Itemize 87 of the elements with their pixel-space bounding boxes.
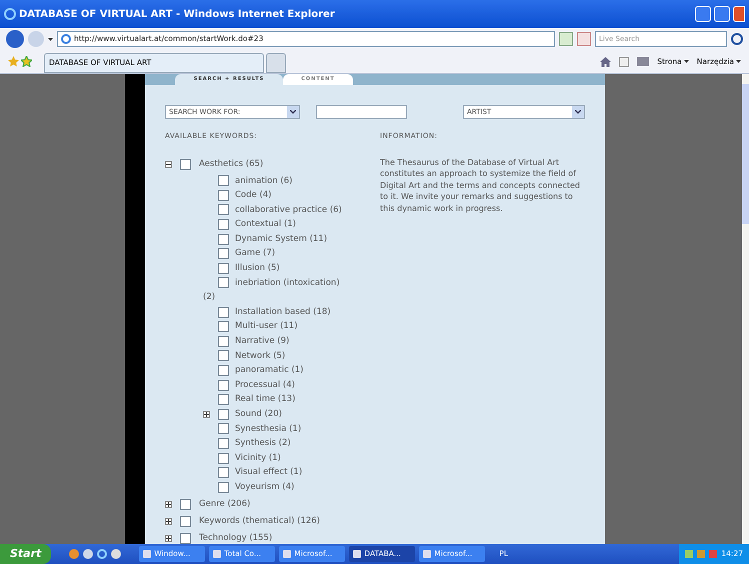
browser-logo-icon: [4, 8, 16, 20]
keyword-label[interactable]: Vicinity (1): [203, 450, 380, 466]
caret-icon: [736, 60, 741, 63]
app-icon: [353, 550, 362, 558]
keyword-label[interactable]: Sound (20): [203, 407, 380, 422]
checkbox[interactable]: [180, 498, 191, 510]
keyword-label[interactable]: Real time (13): [203, 392, 380, 407]
keyword-label[interactable]: Visual effect (1): [203, 465, 380, 480]
keyword-label[interactable]: Game (7): [203, 246, 380, 262]
checkbox[interactable]: [218, 262, 229, 274]
checkbox[interactable]: [218, 467, 229, 478]
expand-icon[interactable]: [203, 410, 210, 418]
keyword-label[interactable]: Narrative (9): [203, 334, 380, 349]
keyword-label[interactable]: panoramatic (1): [203, 363, 380, 378]
minimize-button[interactable]: [695, 6, 711, 22]
app-icon: [143, 550, 152, 558]
checkbox[interactable]: [218, 219, 229, 230]
checkbox[interactable]: [218, 306, 229, 318]
checkbox[interactable]: [218, 380, 229, 391]
keyword-label[interactable]: Contextual (1): [203, 217, 380, 232]
back-button[interactable]: [6, 30, 24, 48]
stop-button[interactable]: [577, 32, 591, 46]
keyword-label[interactable]: Illusion (5): [203, 261, 380, 276]
refresh-button[interactable]: [559, 32, 573, 46]
window-title: DATABASE OF VIRTUAL ART - Windows Internet Explorer: [19, 8, 336, 22]
page-icon: [61, 34, 71, 44]
checkbox[interactable]: [180, 532, 191, 544]
keyword-label[interactable]: Voyeurism (4): [203, 480, 380, 495]
quick-launch-icon[interactable]: [69, 549, 80, 559]
chevron-down-icon: [572, 106, 584, 118]
browser-tab[interactable]: [266, 53, 286, 73]
keyword-label[interactable]: animation (6): [203, 174, 380, 188]
checkbox[interactable]: [218, 175, 229, 186]
keyword-label[interactable]: Dynamic System (11): [203, 232, 380, 246]
start-button[interactable]: Start: [0, 544, 52, 564]
checkbox[interactable]: [218, 423, 229, 434]
checkbox[interactable]: [218, 350, 229, 362]
home-icon[interactable]: [600, 56, 612, 66]
checkbox[interactable]: [218, 482, 229, 493]
app-icon: [283, 550, 292, 558]
keyword-label[interactable]: Installation based (18): [203, 304, 380, 320]
keyword-label[interactable]: Synesthesia (1): [203, 422, 380, 436]
collapse-icon[interactable]: [165, 160, 172, 168]
keyword-label[interactable]: Network (5): [203, 348, 380, 364]
dropdown-arrow-icon[interactable]: [48, 38, 53, 40]
close-button[interactable]: [733, 6, 745, 22]
keyword-label[interactable]: inebriation (intoxication) (2): [203, 276, 380, 305]
keyword-label[interactable]: Synthesis (2): [203, 436, 380, 451]
checkbox[interactable]: [218, 408, 229, 420]
expand-icon[interactable]: [165, 500, 172, 508]
chevron-down-icon: [287, 106, 299, 118]
app-icon: [423, 550, 432, 558]
expand-icon[interactable]: [165, 518, 172, 525]
quick-launch-icon[interactable]: [97, 549, 108, 559]
keyword-label[interactable]: Technology (155): [199, 532, 272, 544]
query-field[interactable]: [316, 105, 407, 119]
checkbox[interactable]: [218, 336, 229, 347]
checkbox[interactable]: [218, 190, 229, 201]
keyword-label[interactable]: Multi-user (11): [203, 319, 380, 334]
maximize-button[interactable]: [714, 6, 730, 22]
caret-icon: [684, 60, 689, 63]
checkbox[interactable]: [218, 452, 229, 464]
checkbox[interactable]: [218, 248, 229, 260]
expand-icon[interactable]: [165, 534, 172, 542]
scrollbar[interactable]: [742, 74, 749, 544]
keyword-label[interactable]: Genre (206): [199, 498, 250, 510]
checkbox[interactable]: [218, 234, 229, 245]
checkbox[interactable]: [218, 204, 229, 216]
search-icon[interactable]: [731, 33, 743, 45]
checkbox[interactable]: [180, 158, 191, 170]
checkbox[interactable]: [218, 365, 229, 376]
keyword-label[interactable]: Aesthetics (65): [199, 158, 264, 170]
information-text: The Thesaurus of the Database of Virtual Art constitutes an approach to systemize the field of Digital Art and the terms and concepts connected to it. We invite your remarks and suggestions to this dynamic work in progress.: [380, 156, 580, 214]
keyword-label[interactable]: Processual (4): [203, 378, 380, 392]
keyword-label[interactable]: Keywords (thematical) (126): [199, 514, 320, 528]
checkbox[interactable]: [218, 394, 229, 406]
app-icon: [213, 550, 222, 558]
keyword-label[interactable]: collaborative practice (6): [203, 202, 380, 218]
checkbox[interactable]: [180, 516, 191, 527]
keyword-label[interactable]: Code (4): [203, 188, 380, 203]
quick-launch-icon[interactable]: [111, 549, 122, 559]
checkbox[interactable]: [218, 438, 229, 449]
star-icon[interactable]: [8, 56, 19, 67]
checkbox[interactable]: [218, 321, 229, 332]
add-star-icon[interactable]: [21, 56, 32, 67]
checkbox[interactable]: [218, 277, 229, 288]
quick-launch-icon[interactable]: [83, 549, 94, 559]
